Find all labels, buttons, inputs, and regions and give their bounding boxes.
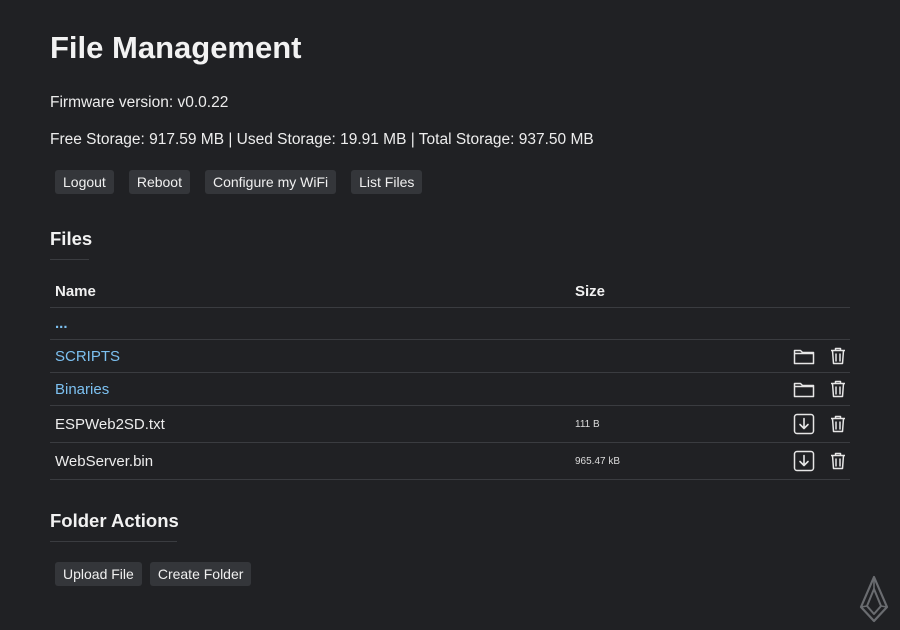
reboot-button[interactable]: Reboot: [128, 170, 190, 194]
files-table: Name Size ... SCRIPTS Binaries ESPWeb2SD…: [50, 276, 850, 480]
file-size: 965.47 kB: [575, 455, 621, 467]
file-size: 111 B: [575, 418, 600, 430]
file-size: [570, 340, 740, 373]
file-size: [570, 373, 740, 406]
folder-actions-heading: Folder Actions: [50, 510, 179, 531]
logout-button[interactable]: Logout: [55, 170, 114, 194]
column-name-header: Name: [55, 283, 96, 300]
table-row: SCRIPTS: [50, 340, 850, 373]
folder-link-scripts[interactable]: SCRIPTS: [55, 348, 120, 365]
upload-file-button[interactable]: Upload File: [55, 562, 142, 586]
download-icon[interactable]: [793, 413, 815, 435]
parent-directory-link[interactable]: ...: [55, 315, 68, 332]
column-actions-header: [740, 276, 850, 308]
create-folder-button[interactable]: Create Folder: [149, 562, 252, 586]
table-row-parent: ...: [50, 308, 850, 340]
file-name: ESPWeb2SD.txt: [55, 415, 165, 433]
files-heading-underline: [50, 259, 89, 260]
logo-icon: [857, 575, 891, 628]
toolbar: Logout Reboot Configure my WiFi List Fil…: [55, 170, 437, 194]
firmware-version: Firmware version: v0.0.22: [50, 94, 229, 111]
file-name: WebServer.bin: [55, 452, 154, 470]
page-title: File Management: [50, 30, 302, 65]
table-header-row: Name Size: [50, 276, 850, 308]
folder-icon[interactable]: [793, 347, 815, 365]
file-management-page: File Management Firmware version: v0.0.2…: [0, 0, 900, 630]
configure-wifi-button[interactable]: Configure my WiFi: [204, 170, 337, 194]
folder-link-binaries[interactable]: Binaries: [55, 381, 109, 398]
list-files-button[interactable]: List Files: [351, 170, 423, 194]
trash-icon[interactable]: [830, 380, 846, 398]
folder-actions: Upload File Create Folder: [55, 562, 259, 586]
trash-icon[interactable]: [830, 452, 846, 470]
download-icon[interactable]: [793, 450, 815, 472]
files-heading: Files: [50, 228, 93, 249]
folder-icon[interactable]: [793, 380, 815, 398]
storage-info: Free Storage: 917.59 MB | Used Storage: …: [50, 131, 594, 148]
trash-icon[interactable]: [830, 347, 846, 365]
table-row: WebServer.bin 965.47 kB: [50, 443, 850, 480]
trash-icon[interactable]: [830, 415, 846, 433]
table-row: ESPWeb2SD.txt 111 B: [50, 406, 850, 443]
column-size-header: Size: [575, 283, 606, 300]
table-row: Binaries: [50, 373, 850, 406]
folder-actions-heading-underline: [50, 541, 177, 542]
